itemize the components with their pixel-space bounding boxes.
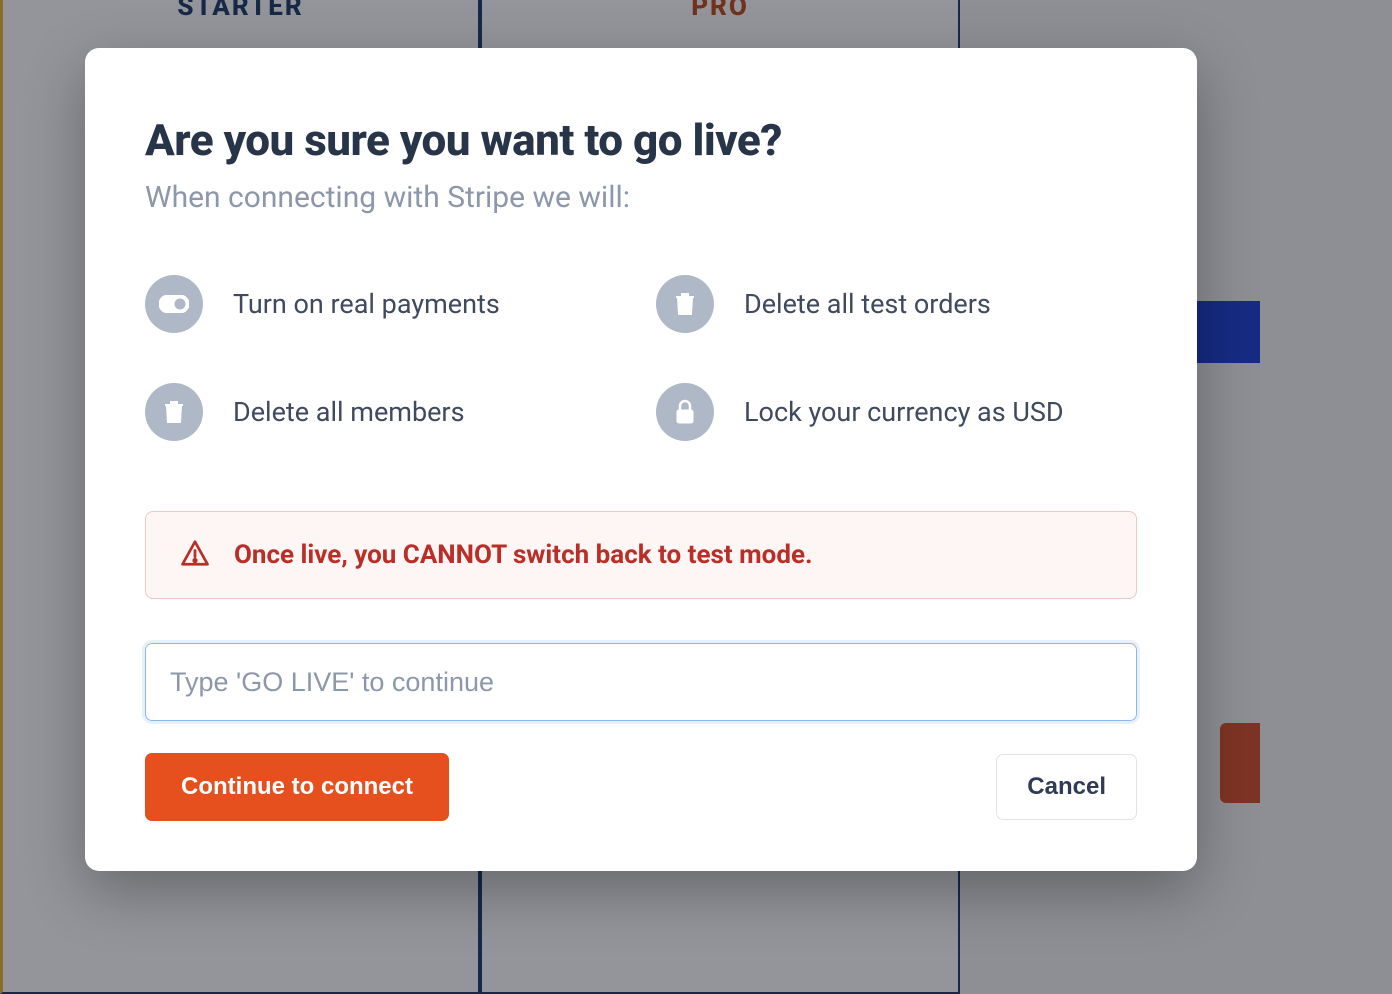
toggle-icon [145, 275, 203, 333]
confirm-go-live-input[interactable] [145, 643, 1137, 721]
modal-actions: Continue to connect Cancel [145, 753, 1137, 821]
effect-real-payments: Turn on real payments [145, 275, 626, 333]
effects-grid: Turn on real payments Delete all test or… [145, 275, 1137, 441]
modal-subtitle: When connecting with Stripe we will: [145, 180, 1137, 215]
effect-label: Lock your currency as USD [744, 396, 1064, 428]
modal-title: Are you sure you want to go live? [145, 114, 1137, 166]
effect-label: Delete all members [233, 396, 465, 428]
trash-icon [656, 275, 714, 333]
effect-lock-currency: Lock your currency as USD [656, 383, 1137, 441]
warning-icon [180, 538, 210, 572]
trash-icon [145, 383, 203, 441]
go-live-modal: Are you sure you want to go live? When c… [85, 48, 1197, 871]
cancel-button[interactable]: Cancel [996, 754, 1137, 820]
lock-icon [656, 383, 714, 441]
effect-delete-members: Delete all members [145, 383, 626, 441]
warning-text: Once live, you CANNOT switch back to tes… [234, 540, 813, 570]
warning-banner: Once live, you CANNOT switch back to tes… [145, 511, 1137, 599]
continue-button[interactable]: Continue to connect [145, 753, 449, 821]
effect-label: Turn on real payments [233, 288, 500, 320]
effect-delete-orders: Delete all test orders [656, 275, 1137, 333]
effect-label: Delete all test orders [744, 288, 991, 320]
